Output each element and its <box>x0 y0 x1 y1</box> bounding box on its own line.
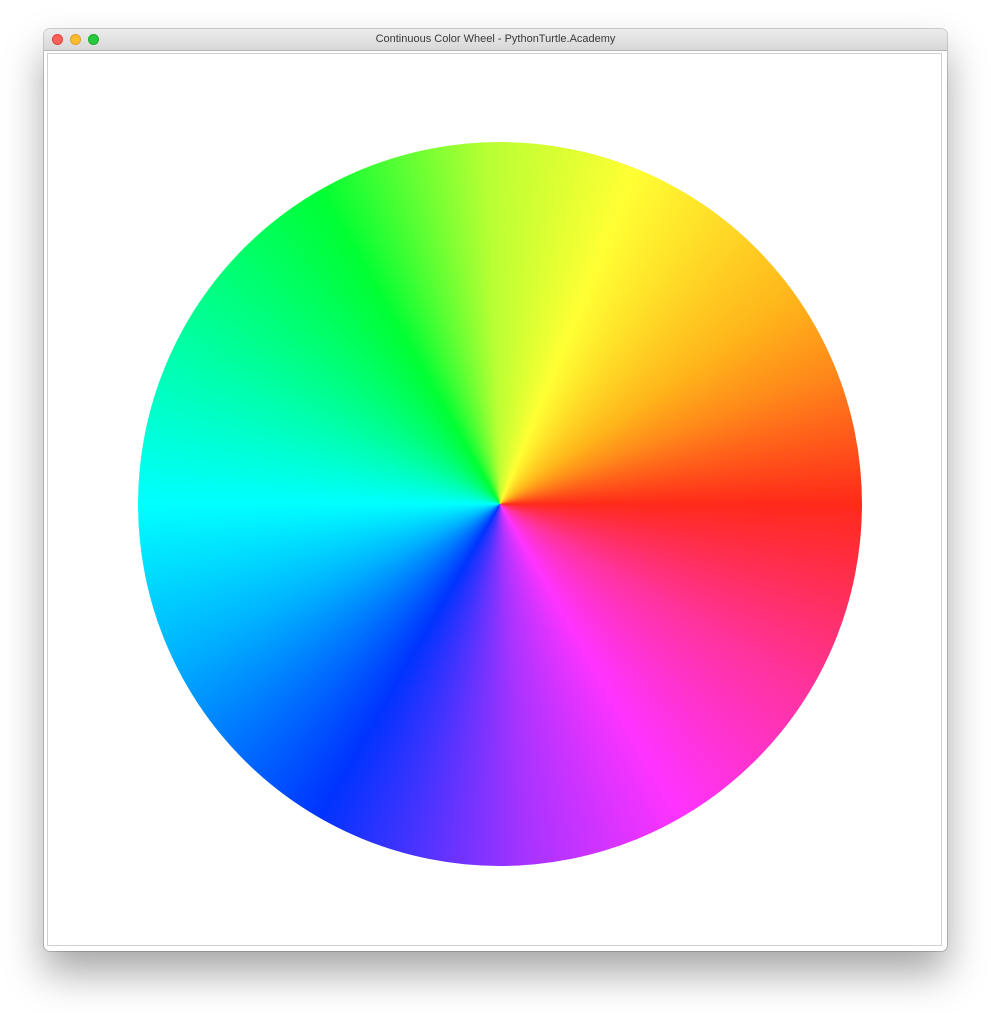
window-title: Continuous Color Wheel - PythonTurtle.Ac… <box>375 33 616 45</box>
app-window: Continuous Color Wheel - PythonTurtle.Ac… <box>44 29 947 951</box>
color-wheel <box>138 142 862 866</box>
title-bar[interactable]: Continuous Color Wheel - PythonTurtle.Ac… <box>44 29 947 51</box>
turtle-canvas <box>47 53 942 946</box>
